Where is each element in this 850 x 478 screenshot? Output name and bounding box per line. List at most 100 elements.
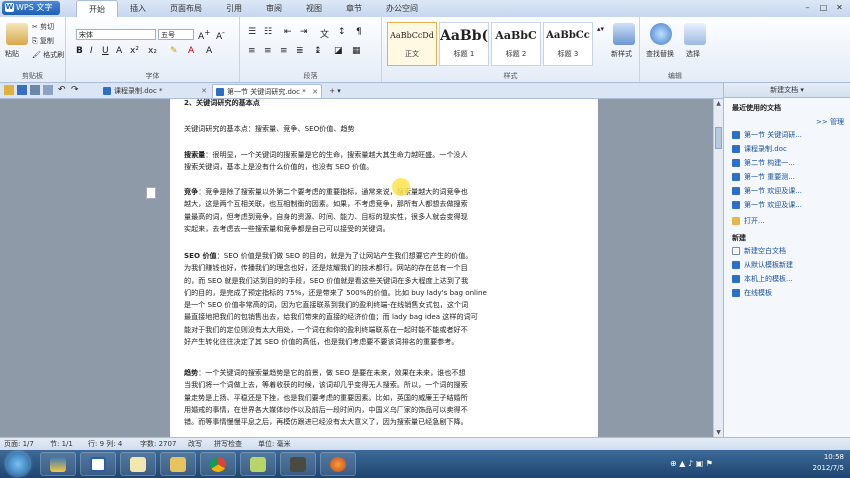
doc-tab-course[interactable]: 课程录制.doc * ✕ xyxy=(100,84,210,98)
start-button[interactable] xyxy=(6,452,30,476)
show-marks-icon[interactable]: ¶ xyxy=(356,27,362,37)
taskbar-tool[interactable] xyxy=(240,452,276,476)
tab-page-layout[interactable]: 页面布局 xyxy=(158,0,214,17)
italic-icon[interactable]: I xyxy=(90,46,93,56)
new-from-default-template-link[interactable]: 从默认模板新建 xyxy=(732,259,844,271)
vertical-scrollbar[interactable]: ▲ ▼ xyxy=(713,99,723,437)
find-replace-button[interactable]: 查找替换 xyxy=(646,49,674,59)
shading-icon[interactable]: ◪ xyxy=(334,46,343,56)
sort-icon[interactable]: ↕ xyxy=(338,27,346,37)
print-preview-icon[interactable] xyxy=(43,85,53,95)
taskbar-notes[interactable] xyxy=(120,452,156,476)
cut-button[interactable]: ✂ 剪切 xyxy=(32,22,54,32)
subscript-icon[interactable]: x₂ xyxy=(148,46,157,56)
scroll-down-icon[interactable]: ▼ xyxy=(714,428,723,437)
justify-icon[interactable]: ≣ xyxy=(296,46,304,56)
new-blank-doc-link[interactable]: 新建空白文档 xyxy=(732,245,844,257)
bold-icon[interactable]: B xyxy=(76,46,83,56)
local-templates-link[interactable]: 本机上的模板... xyxy=(732,273,844,285)
close-icon[interactable]: ✕ xyxy=(833,2,846,14)
new-style-button[interactable]: 新样式 xyxy=(611,49,632,59)
clipboard-group: 粘贴 ✂ 剪切 ⎘ 复制 🖌 格式刷 剪贴板 xyxy=(0,17,66,82)
undo-icon[interactable]: ↶ xyxy=(58,85,68,95)
manage-link[interactable]: >> 管理 xyxy=(816,117,844,127)
find-replace-icon[interactable] xyxy=(650,23,672,45)
recent-doc-item[interactable]: 第一节 关键词研... xyxy=(732,129,844,141)
search-volume-paragraph: 搜索量：很明显，一个关键词的搜索量是它的生命，搜索量越大其生命力越旺盛。一个没人… xyxy=(184,149,530,174)
style-heading-1[interactable]: AaBb( 标题 1 xyxy=(439,22,489,66)
taskbar-explorer[interactable] xyxy=(160,452,196,476)
document-page[interactable]: 2、关键词研究的基本点 关键词研究的基本点：搜索量、竞争、SEO价值、趋势 搜索… xyxy=(170,99,598,437)
align-right-icon[interactable]: ≡ xyxy=(280,46,288,56)
grow-font-icon[interactable]: A+ xyxy=(198,28,210,42)
numbering-icon[interactable]: ☷ xyxy=(264,27,272,37)
borders-icon[interactable]: ▦ xyxy=(352,46,361,56)
taskbar-wps-writer[interactable] xyxy=(80,452,116,476)
font-name-select[interactable]: 宋体 xyxy=(76,29,156,40)
tab-insert[interactable]: 插入 xyxy=(118,0,158,17)
style-heading-3[interactable]: AaBbCc 标题 3 xyxy=(543,22,593,66)
styles-scroll-icon[interactable]: ▴▾ xyxy=(597,25,604,33)
style-name: 标题 1 xyxy=(453,50,475,58)
recent-doc-item[interactable]: 第二节 构建一... xyxy=(732,157,844,169)
font-size-select[interactable]: 五号 xyxy=(158,29,194,40)
underline-icon[interactable]: U xyxy=(102,46,109,56)
taskbar-recorder[interactable] xyxy=(280,452,316,476)
new-tab-button[interactable]: + ▾ xyxy=(324,84,346,98)
recent-doc-item[interactable]: 第一节 欢迎及课... xyxy=(732,185,844,197)
open-icon[interactable] xyxy=(4,85,14,95)
scroll-thumb[interactable] xyxy=(715,127,722,149)
online-templates-link[interactable]: 在线模板 xyxy=(732,287,844,299)
save-icon[interactable] xyxy=(17,85,27,95)
close-tab-icon[interactable]: ✕ xyxy=(201,84,207,98)
chinese-layout-icon[interactable]: 文 xyxy=(320,27,329,40)
recent-doc-item[interactable]: 课程录制.doc xyxy=(732,143,844,155)
tab-review[interactable]: 审阅 xyxy=(254,0,294,17)
shrink-font-icon[interactable]: A- xyxy=(216,28,225,42)
paste-button[interactable]: 粘贴 xyxy=(5,49,19,59)
taskbar-python[interactable] xyxy=(40,452,76,476)
recent-doc-item[interactable]: 第一节 重要测... xyxy=(732,171,844,183)
taskbar-chrome[interactable] xyxy=(200,452,236,476)
style-normal[interactable]: AaBbCcDd 正文 xyxy=(387,22,437,66)
char-border-icon[interactable]: A xyxy=(206,46,212,56)
tab-view[interactable]: 视图 xyxy=(294,0,334,17)
blank-document-icon xyxy=(732,247,740,255)
copy-button[interactable]: ⎘ 复制 xyxy=(32,36,54,46)
taskbar-firefox[interactable] xyxy=(320,452,356,476)
superscript-icon[interactable]: x² xyxy=(130,46,139,56)
scroll-up-icon[interactable]: ▲ xyxy=(714,99,723,108)
app-menu-button[interactable]: W WPS 文字 xyxy=(2,1,60,15)
notes-icon xyxy=(130,457,146,472)
line-spacing-icon[interactable]: ↨ xyxy=(314,46,322,56)
bullets-icon[interactable]: ☰ xyxy=(248,27,256,37)
select-icon[interactable] xyxy=(684,23,706,45)
paste-icon[interactable] xyxy=(6,23,28,45)
tab-office-space[interactable]: 办公空间 xyxy=(374,0,430,17)
align-center-icon[interactable]: ≡ xyxy=(264,46,272,56)
format-painter-button[interactable]: 🖌 格式刷 xyxy=(32,50,64,60)
doc-tab-keyword-research[interactable]: 第一节 关键词研究.doc * ✕ xyxy=(212,84,322,98)
tab-references[interactable]: 引用 xyxy=(214,0,254,17)
style-heading-2[interactable]: AaBbC 标题 2 xyxy=(491,22,541,66)
increase-indent-icon[interactable]: ⇥ xyxy=(300,27,308,37)
redo-icon[interactable]: ↷ xyxy=(71,85,81,95)
recent-doc-item[interactable]: 第一节 欢迎及课... xyxy=(732,199,844,211)
highlight-icon[interactable]: ✎ xyxy=(170,46,178,56)
font-color-icon[interactable]: A xyxy=(116,46,122,56)
decrease-indent-icon[interactable]: ⇤ xyxy=(284,27,292,37)
system-tray-icons[interactable]: ⊕ ▲ ♪ ▣ ⚑ xyxy=(670,459,713,468)
close-tab-icon[interactable]: ✕ xyxy=(312,85,318,99)
clock[interactable]: 10:58 2012/7/5 xyxy=(813,452,844,474)
select-button[interactable]: 选择 xyxy=(686,49,700,59)
open-file-link[interactable]: 打开... xyxy=(732,215,844,227)
align-left-icon[interactable]: ≡ xyxy=(248,46,256,56)
tab-home[interactable]: 开始 xyxy=(76,0,118,17)
minimize-icon[interactable]: – xyxy=(801,2,814,14)
print-icon[interactable] xyxy=(30,85,40,95)
new-style-icon[interactable] xyxy=(613,23,635,45)
text-color-icon[interactable]: A xyxy=(188,46,194,56)
task-pane-title[interactable]: 新建文档 ▾ xyxy=(724,83,850,98)
maximize-icon[interactable]: □ xyxy=(817,2,830,14)
tab-chapter[interactable]: 章节 xyxy=(334,0,374,17)
